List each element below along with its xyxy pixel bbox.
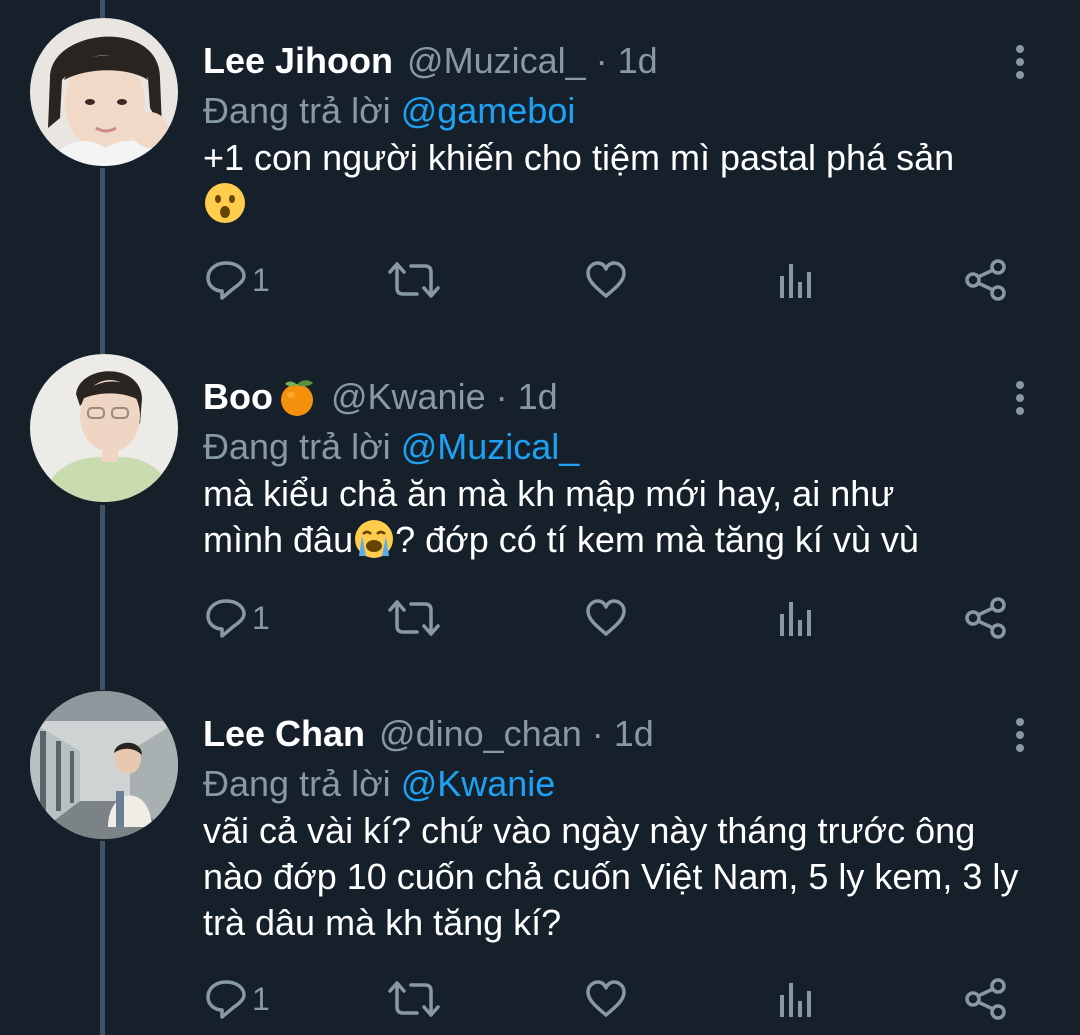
thread-line (100, 0, 105, 18)
astonished-face-emoji (203, 181, 247, 236)
reply-icon (206, 261, 246, 300)
heart-icon (586, 261, 626, 298)
heart-icon (586, 599, 626, 636)
reply-button[interactable]: 1 (204, 588, 270, 648)
retweet-button[interactable] (387, 250, 441, 310)
share-icon (965, 597, 1006, 639)
tweet-text: +1 con người khiến cho tiệm mì pastal ph… (203, 135, 1053, 236)
tweet-text-content: vãi cả vài kí? chứ vào ngày này tháng tr… (203, 810, 1019, 943)
more-vertical-icon[interactable] (1008, 42, 1032, 82)
separator-dot: · (591, 713, 604, 754)
share-button[interactable] (964, 588, 1008, 648)
reply-count: 1 (252, 980, 270, 1017)
retweet-icon (388, 600, 440, 636)
mention-link[interactable]: @Muzical_ (401, 426, 580, 467)
tweet[interactable]: Lee Chan @dino_chan · 1d Đang trả lời @K… (0, 691, 1080, 1035)
timestamp[interactable]: 1d (614, 711, 654, 757)
share-button[interactable] (964, 969, 1008, 1029)
reply-button[interactable]: 1 (204, 250, 270, 310)
user-handle[interactable]: @Kwanie (331, 374, 486, 420)
crying-face-emoji (353, 518, 395, 571)
separator-dot: · (595, 40, 608, 81)
tangerine-emoji (277, 377, 317, 417)
replying-to: Đang trả lời @Kwanie (203, 761, 555, 807)
reply-icon (206, 980, 246, 1019)
tweet-header: Lee Chan @dino_chan · 1d (203, 711, 654, 757)
user-handle[interactable]: @dino_chan (379, 711, 582, 757)
share-icon (965, 259, 1006, 301)
replying-to: Đang trả lời @Muzical_ (203, 424, 579, 470)
tweet-text-line: mình đâu (203, 519, 354, 560)
retweet-icon (388, 262, 440, 298)
retweet-button[interactable] (387, 588, 441, 648)
more-vertical-icon[interactable] (1008, 715, 1032, 755)
analytics-button[interactable] (777, 969, 817, 1029)
reply-count: 1 (252, 261, 270, 298)
retweet-button[interactable] (387, 969, 441, 1029)
user-handle[interactable]: @Muzical_ (407, 38, 586, 84)
analytics-icon (780, 264, 811, 298)
tweet[interactable]: Lee Jihoon @Muzical_ · 1d Đang trả lời @… (0, 18, 1080, 338)
reply-count: 1 (252, 599, 270, 636)
like-button[interactable] (584, 588, 628, 648)
tweet-header: Boo @Kwanie · 1d (203, 374, 558, 420)
replying-prefix: Đang trả lời (203, 426, 391, 467)
avatar[interactable] (30, 354, 178, 502)
tweet[interactable]: Boo @Kwanie · 1d Đang trả lời @Muzical_ … (0, 354, 1080, 674)
replying-prefix: Đang trả lời (203, 763, 391, 804)
mention-link[interactable]: @gameboi (401, 90, 576, 131)
replying-to: Đang trả lời @gameboi (203, 88, 575, 134)
timestamp[interactable]: 1d (518, 374, 558, 420)
replying-prefix: Đang trả lời (203, 90, 391, 131)
reply-button[interactable]: 1 (204, 969, 270, 1029)
more-vertical-icon[interactable] (1008, 378, 1032, 418)
tweet-actions: 1 (0, 250, 1080, 310)
tweet-actions: 1 (0, 588, 1080, 648)
tweet-text: mà kiểu chả ăn mà kh mập mới hay, ai như… (203, 471, 1053, 571)
analytics-button[interactable] (777, 250, 817, 310)
retweet-icon (388, 981, 440, 1017)
tweet-text-line: mà kiểu chả ăn mà kh mập mới hay, ai như (203, 473, 895, 514)
display-name[interactable]: Boo (203, 374, 273, 420)
like-button[interactable] (584, 969, 628, 1029)
tweet-text: vãi cả vài kí? chứ vào ngày này tháng tr… (203, 808, 1023, 946)
tweet-actions: 1 (0, 969, 1080, 1029)
share-button[interactable] (964, 250, 1008, 310)
timestamp[interactable]: 1d (618, 38, 658, 84)
mention-link[interactable]: @Kwanie (401, 763, 556, 804)
tweet-text-content: +1 con người khiến cho tiệm mì pastal ph… (203, 137, 955, 178)
like-button[interactable] (584, 250, 628, 310)
display-name[interactable]: Lee Jihoon (203, 38, 393, 84)
analytics-icon (780, 602, 811, 636)
separator-dot: · (495, 376, 508, 417)
analytics-button[interactable] (777, 588, 817, 648)
avatar[interactable] (30, 691, 178, 839)
share-icon (965, 978, 1006, 1020)
analytics-icon (780, 983, 811, 1017)
reply-icon (206, 599, 246, 638)
avatar[interactable] (30, 18, 178, 166)
tweet-text-line: ? đớp có tí kem mà tăng kí vù vù (395, 519, 919, 560)
heart-icon (586, 980, 626, 1017)
display-name[interactable]: Lee Chan (203, 711, 365, 757)
tweet-header: Lee Jihoon @Muzical_ · 1d (203, 38, 658, 84)
